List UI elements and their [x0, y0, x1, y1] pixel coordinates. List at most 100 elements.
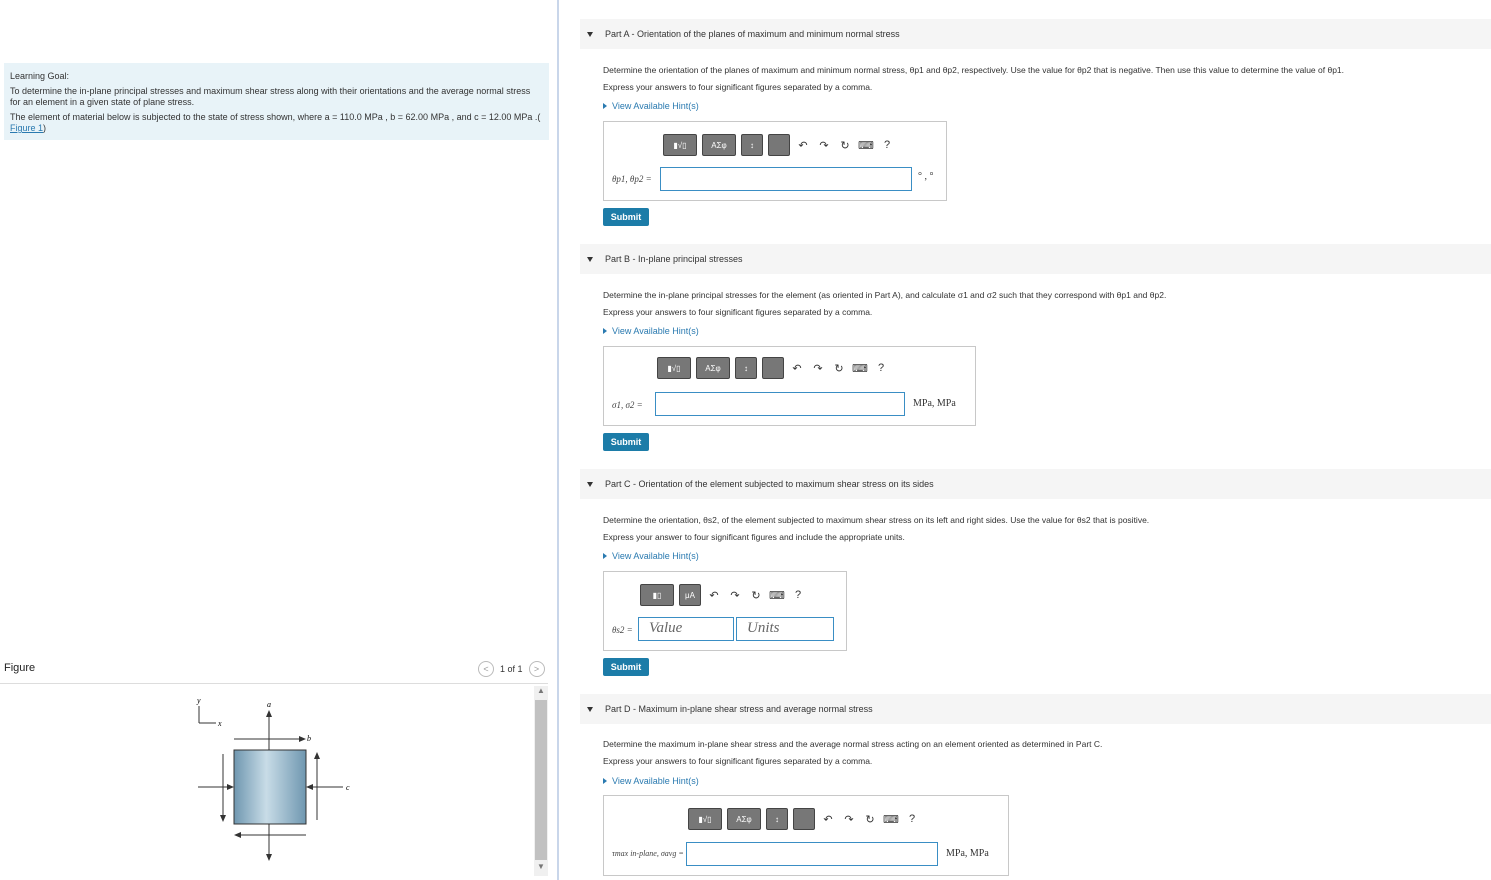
next-figure-button[interactable]: > [528, 661, 545, 677]
part-a-submit-button[interactable]: Submit [603, 208, 649, 226]
greek-button[interactable]: ΑΣφ [696, 357, 730, 379]
part-d-header[interactable]: Part D - Maximum in-plane shear stress a… [580, 694, 1491, 724]
part-c-hint-link[interactable]: View Available Hint(s) [603, 551, 699, 561]
part-a: Part A - Orientation of the planes of ma… [580, 19, 1491, 229]
part-b-express: Express your answers to four significant… [603, 307, 873, 317]
units-button[interactable] [768, 134, 790, 156]
part-a-header[interactable]: Part A - Orientation of the planes of ma… [580, 19, 1491, 49]
part-c-submit-button[interactable]: Submit [603, 658, 649, 676]
vector-button[interactable]: ↕ [735, 357, 757, 379]
template-button[interactable]: ▮▯ [640, 584, 674, 606]
expand-triangle-icon [603, 553, 607, 559]
part-a-express: Express your answers to four significant… [603, 82, 873, 92]
label-c: c [346, 783, 350, 792]
redo-icon[interactable]: ↷ [816, 137, 832, 153]
part-a-instruction: Determine the orientation of the planes … [603, 65, 1345, 75]
close-paren: ) [43, 123, 47, 133]
math-toolbar: ▮√▯ ΑΣφ ↕ ↶ ↷ ↻ ⌨ ? [657, 357, 889, 379]
keyboard-icon[interactable]: ⌨ [858, 137, 874, 153]
label-a: a [267, 700, 271, 709]
template-button[interactable]: ▮√▯ [657, 357, 691, 379]
figure-divider [0, 683, 548, 684]
part-c-header[interactable]: Part C - Orientation of the element subj… [580, 469, 1491, 499]
part-d-units: MPa, MPa [946, 848, 989, 859]
figure-link[interactable]: Figure 1 [10, 123, 43, 133]
part-b-title: Part B - In-plane principal stresses [605, 254, 743, 264]
element-text: The element of material below is subject… [10, 112, 541, 122]
chevron-left-icon: < [483, 664, 489, 674]
part-d-title: Part D - Maximum in-plane shear stress a… [605, 704, 873, 714]
part-b-submit-button[interactable]: Submit [603, 433, 649, 451]
y-axis-label: y [196, 696, 201, 705]
redo-icon[interactable]: ↷ [841, 811, 857, 827]
b-arrowhead-right [314, 752, 320, 759]
help-icon[interactable]: ? [873, 360, 889, 376]
prev-figure-button[interactable]: < [478, 661, 494, 677]
hint-label: View Available Hint(s) [612, 776, 699, 786]
scroll-thumb[interactable] [535, 700, 547, 860]
scroll-down-icon[interactable]: ▼ [534, 862, 548, 874]
keyboard-icon[interactable]: ⌨ [852, 360, 868, 376]
part-a-answer-input[interactable] [660, 167, 912, 191]
figure-scrollbar[interactable]: ▲ ▼ [534, 686, 548, 876]
greek-button[interactable]: ΑΣφ [727, 808, 761, 830]
math-toolbar: ▮√▯ ΑΣφ ↕ ↶ ↷ ↻ ⌨ ? [688, 808, 920, 830]
part-d: Part D - Maximum in-plane shear stress a… [580, 694, 1491, 880]
x-axis-label: x [217, 719, 222, 728]
units-button[interactable] [793, 808, 815, 830]
greek-button[interactable]: ΑΣφ [702, 134, 736, 156]
vector-button[interactable]: ↕ [766, 808, 788, 830]
redo-icon[interactable]: ↷ [727, 587, 743, 603]
part-d-hint-link[interactable]: View Available Hint(s) [603, 776, 699, 786]
part-c-units-input[interactable]: Units [736, 617, 834, 641]
vector-button[interactable]: ↕ [741, 134, 763, 156]
collapse-triangle-icon [587, 706, 593, 712]
part-c-answer-label: θs2 = [612, 625, 633, 635]
scroll-up-icon[interactable]: ▲ [534, 686, 548, 698]
collapse-triangle-icon [587, 481, 593, 487]
help-icon[interactable]: ? [879, 137, 895, 153]
reset-icon[interactable]: ↻ [862, 811, 878, 827]
chevron-right-icon: > [533, 664, 540, 674]
part-b-header[interactable]: Part B - In-plane principal stresses [580, 244, 1491, 274]
part-b-instruction: Determine the in-plane principal stresse… [603, 290, 1167, 300]
pager-text: 1 of 1 [500, 664, 523, 674]
part-b-answer-box: ▮√▯ ΑΣφ ↕ ↶ ↷ ↻ ⌨ ? σ1, σ2 = MPa, MPa [603, 346, 976, 426]
undo-icon[interactable]: ↶ [795, 137, 811, 153]
element-description: The element of material below is subject… [10, 112, 543, 134]
hint-label: View Available Hint(s) [612, 551, 699, 561]
help-icon[interactable]: ? [904, 811, 920, 827]
part-c-value-input[interactable]: Value [638, 617, 734, 641]
panel-divider [557, 0, 559, 880]
collapse-triangle-icon [587, 256, 593, 262]
undo-icon[interactable]: ↶ [789, 360, 805, 376]
part-a-hint-link[interactable]: View Available Hint(s) [603, 101, 699, 111]
keyboard-icon[interactable]: ⌨ [769, 587, 785, 603]
right-panel: Part A - Orientation of the planes of ma… [580, 0, 1491, 880]
left-panel: Learning Goal: To determine the in-plane… [0, 0, 557, 880]
c-arrowhead-right [306, 784, 313, 790]
part-b-answer-input[interactable] [655, 392, 905, 416]
math-toolbar: ▮√▯ ΑΣφ ↕ ↶ ↷ ↻ ⌨ ? [663, 134, 895, 156]
reset-icon[interactable]: ↻ [831, 360, 847, 376]
units-button[interactable]: μA [679, 584, 701, 606]
units-toolbar: ▮▯ μA ↶ ↷ ↻ ⌨ ? [640, 584, 806, 606]
template-button[interactable]: ▮√▯ [663, 134, 697, 156]
keyboard-icon[interactable]: ⌨ [883, 811, 899, 827]
b-arrowhead-left [220, 815, 226, 822]
redo-icon[interactable]: ↷ [810, 360, 826, 376]
part-c-title: Part C - Orientation of the element subj… [605, 479, 934, 489]
part-c-express: Express your answer to four significant … [603, 532, 905, 542]
undo-icon[interactable]: ↶ [820, 811, 836, 827]
part-d-answer-input[interactable] [686, 842, 938, 866]
reset-icon[interactable]: ↻ [837, 137, 853, 153]
c-arrowhead-left [227, 784, 234, 790]
part-d-express: Express your answers to four significant… [603, 756, 873, 766]
template-button[interactable]: ▮√▯ [688, 808, 722, 830]
help-icon[interactable]: ? [790, 587, 806, 603]
reset-icon[interactable]: ↻ [748, 587, 764, 603]
undo-icon[interactable]: ↶ [706, 587, 722, 603]
units-button[interactable] [762, 357, 784, 379]
part-c: Part C - Orientation of the element subj… [580, 469, 1491, 679]
part-b-hint-link[interactable]: View Available Hint(s) [603, 326, 699, 336]
